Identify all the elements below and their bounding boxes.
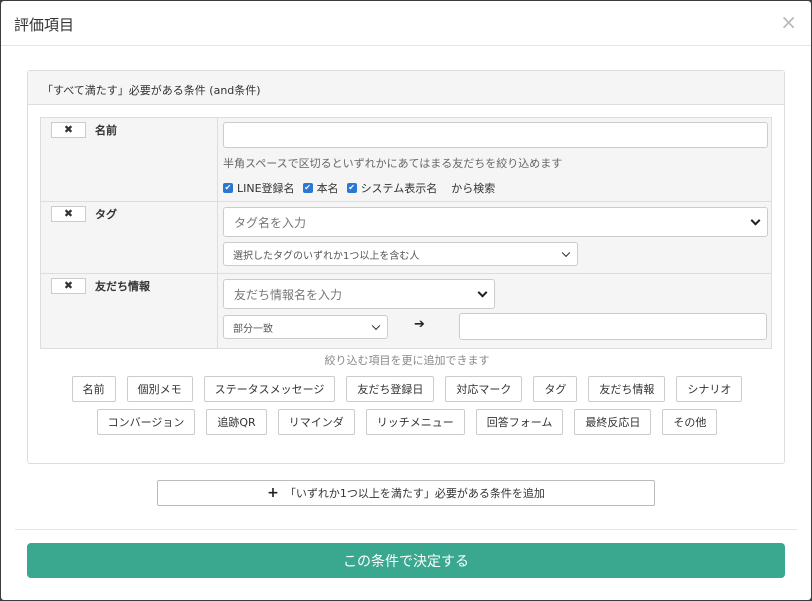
add-other-button[interactable]: その他	[662, 409, 718, 435]
check-real-name[interactable]: ✔ 本名	[302, 180, 339, 196]
checkbox-checked-icon[interactable]: ✔	[346, 183, 357, 193]
and-conditions-panel: 「すべて満たす」必要がある条件 (and条件) ✖ 名前 半角スペースで区切ると…	[27, 70, 785, 464]
add-or-condition-label: 「いずれか1つ以上を満たす」必要がある条件を追加	[284, 487, 545, 500]
modal-header: 評価項目 ×	[1, 1, 811, 46]
condition-input-cell: 半角スペースで区切るといずれかにあてはまる友だちを絞り込めます ✔ LINE登録名…	[218, 118, 771, 201]
name-input[interactable]	[223, 122, 768, 148]
chevron-down-icon	[750, 215, 761, 226]
friend-info-match-select[interactable]: 部分一致	[223, 315, 388, 339]
plus-icon: +	[267, 485, 279, 501]
condition-label-cell: ✖ タグ	[41, 202, 218, 273]
evaluation-modal: 評価項目 × 「すべて満たす」必要がある条件 (and条件) ✖ 名前 半角スペ…	[1, 1, 811, 600]
chevron-down-icon	[371, 321, 381, 331]
close-icon[interactable]: ×	[780, 10, 797, 34]
footer-divider	[15, 529, 797, 530]
add-or-condition-button[interactable]: + 「いずれか1つ以上を満たす」必要がある条件を追加	[157, 480, 655, 506]
checkbox-checked-icon[interactable]: ✔	[223, 183, 233, 193]
check-system-name[interactable]: ✔ システム表示名	[346, 180, 437, 196]
add-item-buttons-row1: 名前 個別メモ ステータスメッセージ 友だち登録日 対応マーク タグ 友だち情報…	[28, 376, 786, 402]
add-registration-date-button[interactable]: 友だち登録日	[346, 376, 435, 402]
name-help-text: 半角スペースで区切るといずれかにあてはまる友だちを絞り込めます	[223, 157, 563, 170]
condition-row-name: ✖ 名前 半角スペースで区切るといずれかにあてはまる友だちを絞り込めます ✔ LI…	[41, 118, 771, 202]
add-conversion-button[interactable]: コンバージョン	[96, 409, 196, 435]
condition-label-cell: ✖ 名前	[41, 118, 218, 201]
arrow-right-icon: ➔	[414, 317, 425, 332]
tag-match-select[interactable]: 選択したタグのいずれか1つ以上を含む人	[223, 242, 578, 266]
add-memo-button[interactable]: 個別メモ	[126, 376, 193, 402]
tag-name-select[interactable]: タグ名を入力	[223, 207, 768, 237]
add-hint-text: 絞り込む項目を更に追加できます	[324, 354, 490, 367]
condition-input-cell: 友だち情報名を入力 部分一致 ➔	[218, 274, 771, 348]
add-scenario-button[interactable]: シナリオ	[676, 376, 743, 402]
add-friend-info-button[interactable]: 友だち情報	[588, 376, 666, 402]
chevron-down-icon	[477, 287, 488, 298]
condition-label-friend-info: 友だち情報	[95, 280, 150, 293]
friend-info-value-input[interactable]	[459, 313, 767, 340]
friend-info-select[interactable]: 友だち情報名を入力	[223, 279, 495, 309]
condition-row-tag: ✖ タグ タグ名を入力 選択したタグのいずれか1つ以上を含む人	[41, 202, 771, 274]
add-last-reaction-button[interactable]: 最終反応日	[574, 409, 652, 435]
conditions-table: ✖ 名前 半角スペースで区切るといずれかにあてはまる友だちを絞り込めます ✔ LI…	[40, 117, 772, 349]
search-suffix: から検索	[451, 182, 496, 195]
remove-friend-info-button[interactable]: ✖	[51, 278, 86, 294]
add-response-mark-button[interactable]: 対応マーク	[445, 376, 523, 402]
condition-label-name: 名前	[95, 124, 117, 137]
condition-label-tag: タグ	[95, 208, 117, 221]
add-reminder-button[interactable]: リマインダ	[277, 409, 355, 435]
add-status-message-button[interactable]: ステータスメッセージ	[203, 376, 336, 402]
add-tag-button[interactable]: タグ	[533, 376, 578, 402]
add-answer-form-button[interactable]: 回答フォーム	[475, 409, 564, 435]
checkbox-checked-icon[interactable]: ✔	[302, 183, 313, 193]
add-item-buttons-row2: コンバージョン 追跡QR リマインダ リッチメニュー 回答フォーム 最終反応日 …	[28, 409, 786, 435]
condition-label-cell: ✖ 友だち情報	[41, 274, 218, 348]
add-name-button[interactable]: 名前	[71, 376, 116, 402]
search-target-checks: ✔ LINE登録名 ✔ 本名 ✔ システム表示名 から検索	[223, 180, 495, 196]
add-tracking-qr-button[interactable]: 追跡QR	[206, 409, 267, 435]
modal-title: 評価項目	[14, 16, 75, 34]
check-line-name[interactable]: ✔ LINE登録名	[223, 180, 295, 196]
submit-button[interactable]: この条件で決定する	[27, 543, 785, 578]
remove-tag-button[interactable]: ✖	[51, 206, 86, 222]
panel-heading: 「すべて満たす」必要がある条件 (and条件)	[28, 71, 784, 105]
remove-name-button[interactable]: ✖	[51, 122, 86, 138]
condition-input-cell: タグ名を入力 選択したタグのいずれか1つ以上を含む人	[218, 202, 771, 273]
add-rich-menu-button[interactable]: リッチメニュー	[365, 409, 465, 435]
condition-row-friend-info: ✖ 友だち情報 友だち情報名を入力 部分一致 ➔	[41, 274, 771, 348]
chevron-down-icon	[561, 248, 571, 258]
